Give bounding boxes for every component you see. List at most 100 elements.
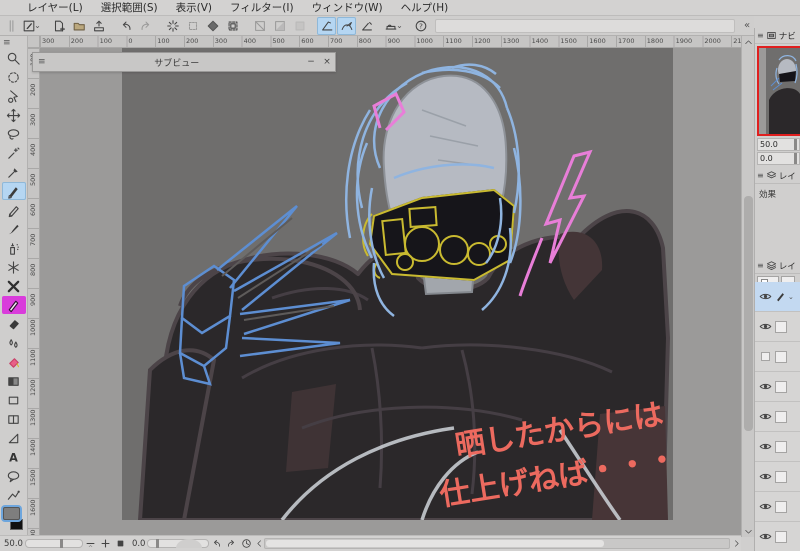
reset-view-button[interactable] [239, 537, 254, 550]
scroll-right-arrow[interactable] [731, 537, 741, 550]
layer-thumbnail[interactable] [775, 350, 787, 363]
auto-select-tool[interactable] [2, 144, 26, 162]
airbrush-tool[interactable] [2, 239, 26, 257]
rotation-slider[interactable] [147, 539, 210, 548]
text-tool[interactable]: A [2, 448, 26, 466]
statusbar-collapse-chevron[interactable]: ^ [88, 546, 93, 551]
layer-thumbnail[interactable] [775, 500, 787, 513]
deselect-button[interactable] [163, 17, 182, 35]
layer-row-4[interactable] [755, 372, 800, 402]
vertical-scrollbar[interactable] [741, 36, 754, 537]
layer-row-9[interactable] [755, 522, 800, 551]
decoration-tool[interactable] [2, 258, 26, 276]
layer-visibility-eye-icon[interactable] [757, 349, 773, 365]
layer-row-1[interactable]: ⌄ [755, 282, 800, 312]
layer-visibility-eye-icon[interactable] [757, 499, 773, 515]
subview-minimize-button[interactable]: − [303, 57, 319, 67]
canvas-viewport[interactable]: 晒したからには 仕上げねば・・・ [40, 48, 741, 535]
layer-visibility-eye-icon[interactable] [757, 379, 773, 395]
tool-palette-menu-icon[interactable]: ≡ [0, 36, 27, 49]
frame-border-tool[interactable] [2, 410, 26, 428]
ruler-tool[interactable] [2, 429, 26, 447]
layer-thumbnail[interactable] [775, 410, 787, 423]
snap-off-1-button[interactable] [250, 17, 269, 35]
layer-row-3[interactable] [755, 342, 800, 372]
invert-selection-button[interactable] [203, 17, 222, 35]
rotate-left-button[interactable] [209, 537, 224, 550]
move-tool[interactable] [2, 106, 26, 124]
material-button[interactable]: ⌄ [384, 17, 403, 35]
navigator-preview[interactable] [757, 46, 800, 136]
gradient-tool[interactable] [2, 372, 26, 390]
layers-panel-header[interactable]: ≡ レイ [755, 258, 800, 274]
layer-row-5[interactable] [755, 402, 800, 432]
layer-visibility-eye-icon[interactable] [757, 409, 773, 425]
snap-to-grid-button[interactable] [357, 17, 376, 35]
help-button[interactable]: ? [411, 17, 430, 35]
layer-row-6[interactable] [755, 432, 800, 462]
menu-item-1[interactable]: レイヤー(L) [18, 0, 92, 16]
fill-tool[interactable] [2, 353, 26, 371]
layer-visibility-eye-icon[interactable] [757, 529, 773, 545]
subview-menu-icon[interactable]: ≡ [33, 57, 51, 67]
blend-tool[interactable] [2, 334, 26, 352]
layer-thumbnail[interactable] [775, 470, 787, 483]
horizontal-scroll-thumb[interactable] [266, 540, 605, 547]
snap-to-ruler-button[interactable] [317, 16, 336, 35]
zoom-tool[interactable] [2, 49, 26, 67]
toolbar-collapse-button[interactable]: « [740, 20, 754, 31]
eyedropper-tool[interactable] [2, 163, 26, 181]
vertical-scroll-thumb[interactable] [744, 196, 753, 431]
reselect-button[interactable] [183, 17, 202, 35]
layer-visibility-eye-icon[interactable] [757, 319, 773, 335]
zoom-in-button[interactable] [98, 537, 113, 550]
undo-button[interactable] [116, 17, 135, 35]
navigator-header[interactable]: ≡ ナビ [755, 28, 800, 44]
horizontal-scrollbar[interactable] [264, 538, 730, 549]
background-color-swatch[interactable] [10, 519, 23, 530]
menu-item-2[interactable]: 選択範囲(S) [92, 0, 167, 16]
menu-item-3[interactable]: 表示(V) [167, 0, 221, 16]
layer-property-menu-icon[interactable]: ≡ [757, 171, 764, 180]
rotate-right-button[interactable] [224, 537, 239, 550]
snap-off-2-button[interactable] [270, 17, 289, 35]
figure-tool[interactable] [2, 391, 26, 409]
custom-highlight-tool[interactable] [1, 296, 26, 314]
layer-row-2[interactable] [755, 312, 800, 342]
eraser-tool[interactable] [2, 315, 26, 333]
menu-item-4[interactable]: フィルター(I) [221, 0, 303, 16]
layers-menu-icon[interactable]: ≡ [757, 261, 764, 270]
layer-row-8[interactable] [755, 492, 800, 522]
layer-thumbnail[interactable] [775, 530, 787, 543]
subview-close-button[interactable]: × [319, 57, 335, 67]
brush-tool[interactable] [2, 220, 26, 238]
selection-tool[interactable] [2, 68, 26, 86]
lasso-tool[interactable] [2, 125, 26, 143]
new-canvas-button[interactable] [49, 17, 68, 35]
layer-property-header[interactable]: ≡ レイ [755, 168, 800, 184]
layer-visibility-eye-icon[interactable] [757, 289, 773, 305]
balloon-tool[interactable] [2, 467, 26, 485]
navigator-rotation-slider[interactable]: 0.0 [757, 152, 800, 165]
layer-thumbnail[interactable] [775, 440, 787, 453]
fit-to-screen-button[interactable] [113, 537, 128, 550]
layer-thumbnail[interactable] [775, 380, 787, 393]
mixed-brush-tool[interactable] [2, 277, 26, 295]
navigator-zoom-slider[interactable]: 50.0 [757, 138, 800, 151]
redo-button[interactable] [136, 17, 155, 35]
pencil-tool[interactable] [2, 201, 26, 219]
snap-off-3-button[interactable] [290, 17, 309, 35]
foreground-color-swatch[interactable] [3, 507, 20, 520]
menu-item-6[interactable]: ヘルプ(H) [392, 0, 458, 16]
layer-expand-chevron[interactable]: ⌄ [788, 293, 794, 301]
layer-row-7[interactable] [755, 462, 800, 492]
subview-window[interactable]: ≡ サブビュー − × [32, 52, 336, 72]
snap-to-special-ruler-button[interactable] [337, 16, 356, 35]
operation-tool[interactable] [2, 87, 26, 105]
scroll-left-arrow[interactable] [254, 537, 264, 550]
save-file-button[interactable] [89, 17, 108, 35]
menu-item-5[interactable]: ウィンドウ(W) [303, 0, 392, 16]
layer-thumbnail[interactable] [775, 320, 787, 333]
pen-tool[interactable] [1, 182, 26, 200]
navigator-menu-icon[interactable]: ≡ [757, 31, 764, 40]
